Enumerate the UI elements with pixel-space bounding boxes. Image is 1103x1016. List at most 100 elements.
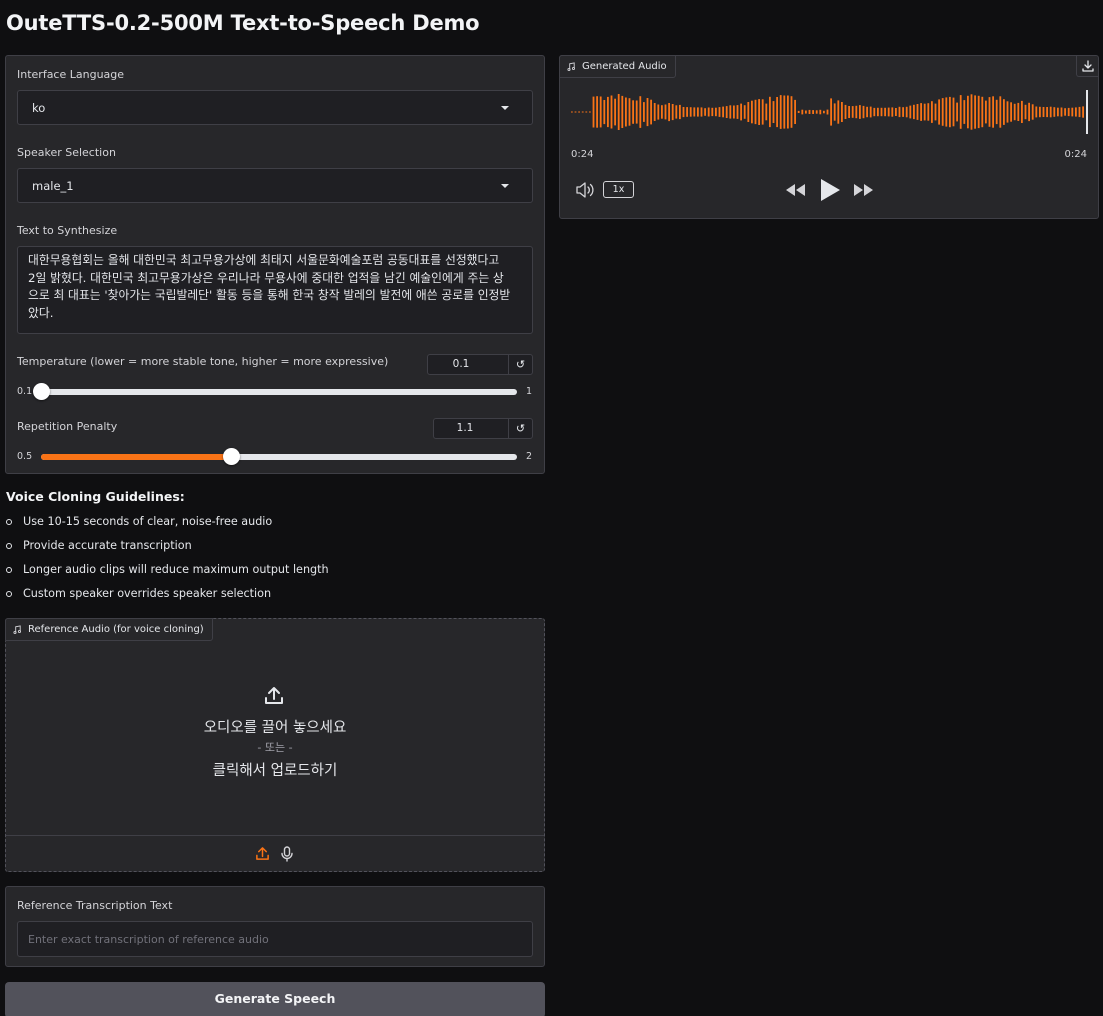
waveform-bar [664,104,667,120]
waveform-bar [779,95,782,129]
waveform-bar [603,100,606,125]
fast-forward-icon[interactable] [853,183,874,197]
waveform-bar [646,98,649,127]
interface-language-label: Interface Language [17,68,125,81]
waveform-bar [949,96,951,128]
temperature-slider-thumb[interactable] [33,383,50,400]
reference-audio-dropzone[interactable]: Reference Audio (for voice cloning) 오디오를… [5,618,545,872]
waveform-bar [574,111,577,113]
waveform-bar [837,100,840,124]
text-line: 았다. [28,305,54,320]
volume-icon[interactable] [575,181,595,199]
microphone-icon[interactable] [280,846,294,862]
download-button[interactable] [1076,56,1098,77]
settings-panel: Interface Language ko Speaker Selection … [5,55,545,474]
waveform-bar [1013,103,1016,121]
repetition-penalty-slider-thumb[interactable] [223,448,241,465]
current-time: 0:24 [571,149,594,160]
temperature-value: 0.1 [452,358,470,370]
speaker-value: male_1 [32,179,74,193]
waveform-bar [794,99,796,124]
upload-source-icon[interactable] [255,846,270,861]
duration: 0:24 [1064,149,1087,160]
waveform-bar [704,108,706,116]
waveform-bar [617,94,620,130]
waveform-bar [963,100,966,124]
waveform-bar [711,107,714,117]
waveform-bar [895,108,897,116]
waveform-bar [866,106,868,118]
page-title: OuteTTS-0.2-500M Text-to-Speech Demo [6,11,480,35]
play-icon[interactable] [819,177,841,203]
waveform-bar [851,106,854,118]
waveform-bar [1042,107,1045,117]
waveform-bar [747,102,750,122]
waveform-bar [581,111,584,113]
waveform-bar [1035,106,1038,118]
repetition-penalty-slider[interactable] [41,448,517,465]
waveform-bar [992,96,994,128]
waveform-bar [891,107,894,117]
waveform-bar [995,99,998,125]
waveform-bar [1057,107,1059,117]
text-input[interactable]: 대한무용협회는 올해 대한민국 최고무용가상에 최태지 서울문화예술포럼 공동대… [17,246,533,334]
list-item: Custom speaker overrides speaker selecti… [6,587,329,611]
waveform-bar [1039,106,1041,118]
waveform-bar [920,103,922,121]
waveform-bar [729,105,732,119]
reset-icon[interactable]: ↺ [508,419,532,438]
guidelines-list: Use 10-15 seconds of clear, noise-free a… [6,515,329,611]
waveform-bar [1024,104,1027,120]
waveform-bar [808,109,811,114]
waveform-bar [722,106,724,118]
temperature-number-input[interactable]: 0.1 ↺ [427,354,533,375]
waveform-bar [675,105,678,119]
waveform-bar [1053,107,1056,117]
waveform-bar [736,105,739,119]
speaker-dropdown[interactable]: male_1 [17,168,533,203]
temperature-slider[interactable] [33,383,517,400]
waveform-bar [765,103,768,121]
waveform-bar [754,99,757,125]
waveform-bar [761,99,764,125]
repetition-penalty-slider-fill [41,454,232,460]
text-to-synthesize-label: Text to Synthesize [17,224,118,237]
reset-icon[interactable]: ↺ [508,355,532,374]
waveform[interactable] [571,86,1089,138]
waveform-bar [790,96,793,128]
waveform-bar [635,100,638,124]
upload-footer [6,835,544,836]
waveform-bar [931,101,933,123]
waveform-bar [844,104,847,119]
rewind-icon[interactable] [785,183,806,197]
waveform-bar [1078,106,1081,118]
waveform-bar [614,98,616,126]
waveform-bar [1031,104,1034,120]
waveform-bar [1075,107,1077,117]
repetition-penalty-value: 1.1 [456,422,474,434]
waveform-bar [643,102,645,122]
music-note-icon [13,625,22,634]
waveform-bar [880,107,883,117]
waveform-bar [772,101,775,123]
waveform-bar [715,107,717,117]
waveform-bar [945,97,948,127]
playback-speed-button[interactable]: 1x [603,181,634,198]
waveform-bar [884,107,886,117]
temperature-min: 0.1 [17,386,33,397]
repetition-penalty-number-input[interactable]: 1.1 ↺ [433,418,533,439]
interface-language-dropdown[interactable]: ko [17,90,533,125]
or-text: - 또는 - [257,741,293,754]
waveform-bar [927,103,930,121]
generated-audio-label-text: Generated Audio [582,61,667,72]
upload-icon [265,687,283,704]
waveform-bar [589,111,591,113]
generate-speech-button[interactable]: Generate Speech [5,982,545,1016]
reference-text-input[interactable] [17,921,533,957]
waveform-bar [812,110,814,114]
waveform-bar [725,106,728,118]
waveform-bar [902,107,904,117]
waveform-bar [769,96,771,128]
waveform-bar [639,96,642,128]
waveform-bar [823,110,825,114]
